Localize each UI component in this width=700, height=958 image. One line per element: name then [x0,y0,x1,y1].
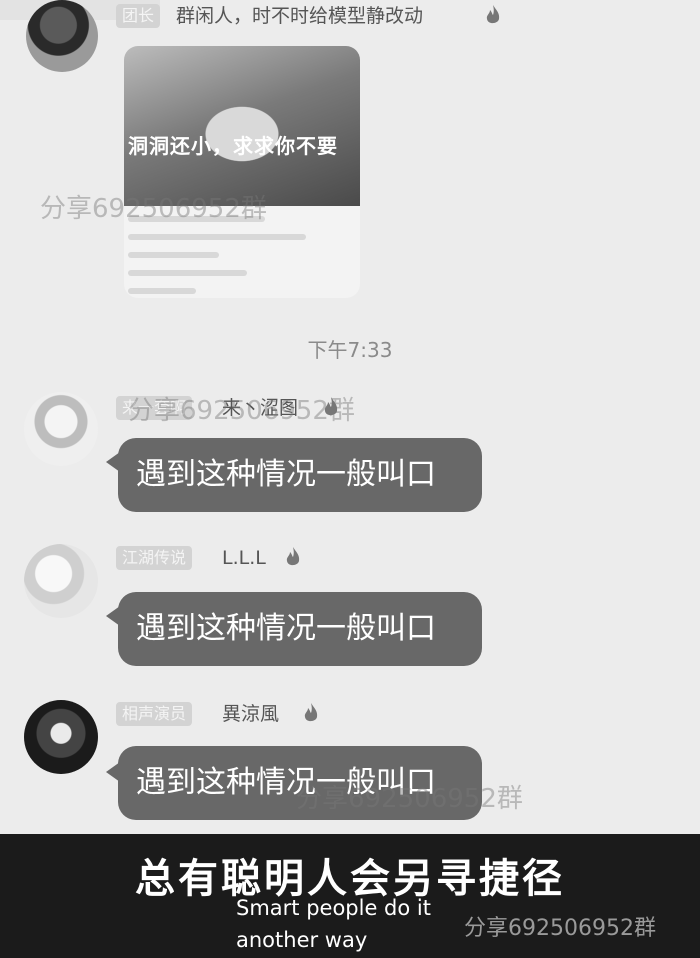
timestamp: 下午7:33 [307,338,393,362]
sender-name: 群闲人，时不时给模型静改动 [176,5,424,27]
role-tag: 团长 [116,4,161,28]
avatar[interactable] [24,700,98,774]
avatar[interactable] [26,0,98,72]
image-text-lines [128,216,356,298]
anime-image [124,46,360,206]
avatar[interactable] [24,544,98,618]
role-tag: 相声演员 [116,702,193,726]
message-bubble[interactable]: 遇到这种情况一般叫口 [118,746,482,820]
avatar[interactable] [24,392,98,466]
image-message[interactable]: 洞洞还小，求求你不要 [124,46,360,298]
message-bubble[interactable]: 遇到这种情况一般叫口 [118,592,482,666]
flame-icon [486,5,500,24]
sender-name: 来丶涩图 [222,397,299,419]
flame-icon [304,703,318,722]
watermark: 分享692506952群 [464,916,656,941]
flame-icon [324,397,338,416]
message-bubble[interactable]: 遇到这种情况一般叫口 [118,438,482,512]
role-tag: 江湖传说 [116,546,193,570]
flame-icon [286,547,300,566]
role-tag: 来一套啊 [116,396,193,420]
subtitle-english-line2: another way [236,928,368,952]
sender-name: L.L.L [222,547,266,569]
subtitle-english-line1: Smart people do it [236,896,431,920]
sender-name: 異涼風 [222,703,280,725]
image-caption: 洞洞还小，求求你不要 [128,134,338,158]
